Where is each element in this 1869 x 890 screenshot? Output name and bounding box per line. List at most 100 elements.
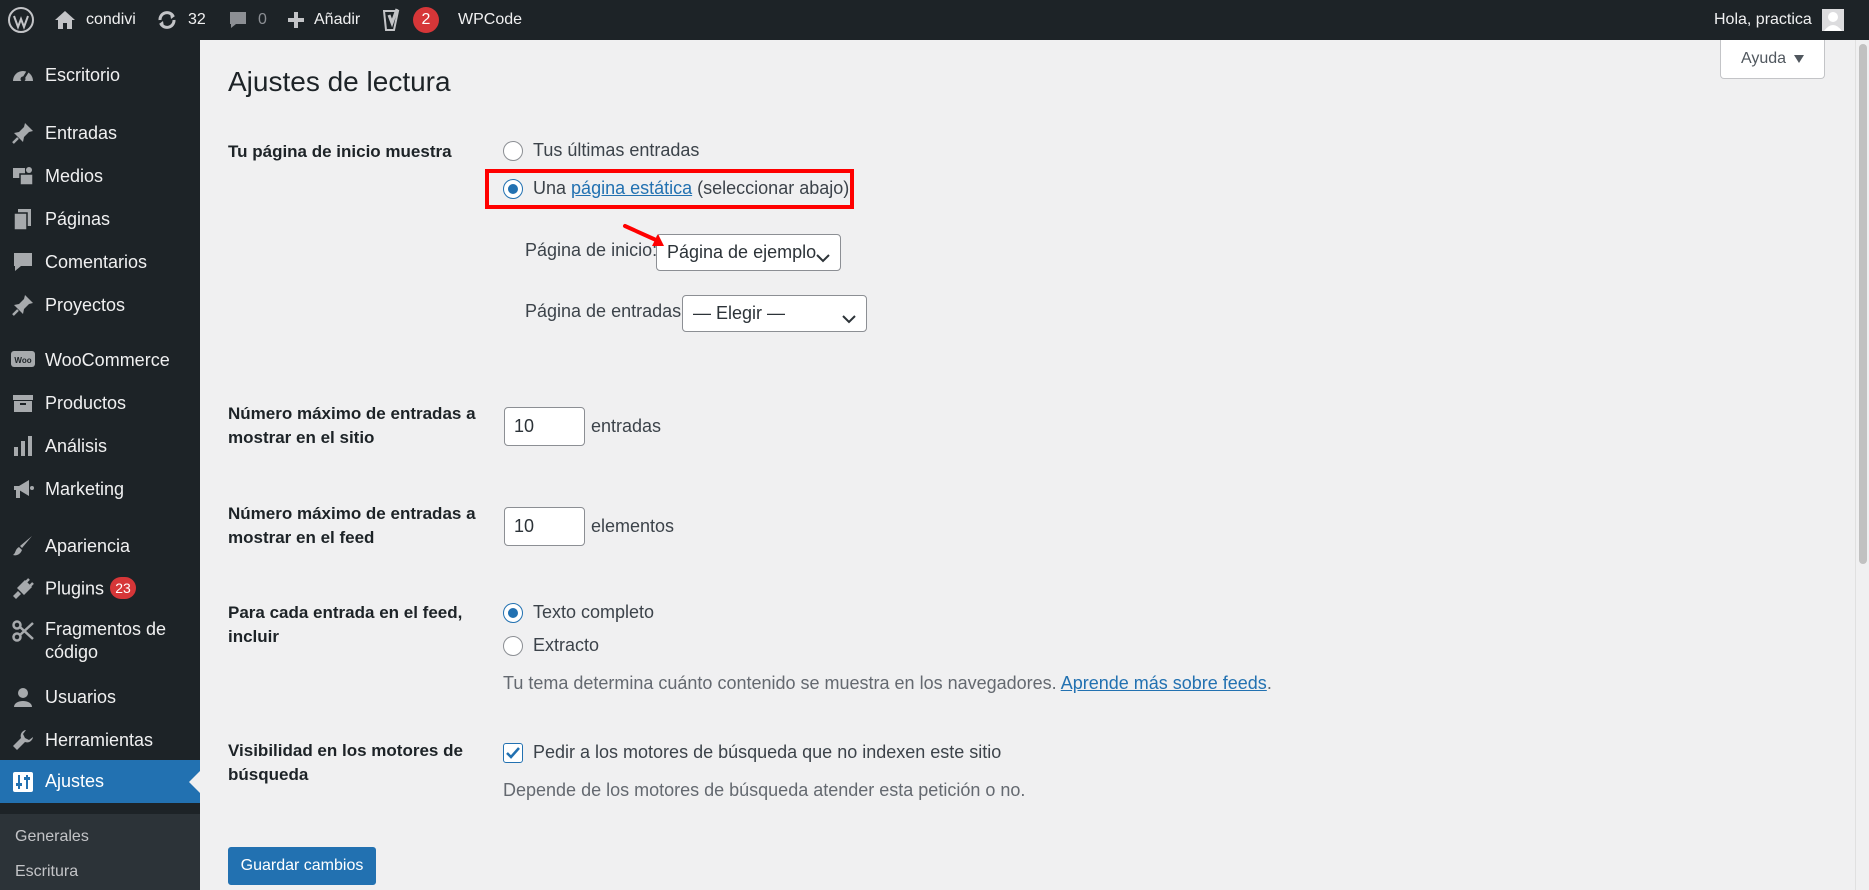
rss-desc-suffix: . (1266, 673, 1272, 693)
posts-per-page-unit: entradas (591, 416, 662, 436)
option-excerpt[interactable]: Extracto (503, 635, 599, 656)
my-account-link[interactable]: Hola, practica (1714, 0, 1844, 40)
woo-icon: Woo (10, 347, 36, 373)
wrench-icon (10, 727, 36, 753)
greeting: Hola, practica (1714, 11, 1812, 28)
sidebar-item-comentarios[interactable]: Comentarios (0, 244, 200, 280)
option-static-page[interactable]: Una página estática (seleccionar abajo) (503, 178, 849, 199)
sidebar-item-herramientas[interactable]: Herramientas (0, 722, 200, 758)
sidebar-item-marketing[interactable]: Marketing (0, 471, 200, 507)
megaphone-icon (10, 476, 36, 502)
comments-count: 0 (258, 11, 267, 28)
posts-per-page-input[interactable]: 10 (504, 407, 585, 446)
posts-per-rss-input[interactable]: 10 (504, 507, 585, 546)
media-icon (10, 163, 36, 189)
archive-icon (10, 390, 36, 416)
option-discourage-search[interactable]: Pedir a los motores de búsqueda que no i… (503, 742, 1001, 763)
admin-bar: condivi 32 0 Añadir 2 WPCode Hola, pract… (0, 0, 1869, 40)
plugins-update-badge: 23 (110, 577, 137, 600)
static-page-link[interactable]: página estática (571, 178, 692, 199)
add-new-link[interactable]: Añadir (288, 0, 360, 40)
homepage-select[interactable]: Página de ejemplo (656, 234, 841, 271)
sidebar-item-plugins[interactable]: Plugins 23 (0, 571, 200, 607)
radio-full-text[interactable] (503, 602, 523, 623)
sidebar-item-escritorio[interactable]: Escritorio (0, 57, 200, 93)
sidebar-item-label: Comentarios (45, 251, 148, 272)
submenu-item-generales[interactable]: Generales (15, 828, 89, 846)
pin-icon (10, 292, 36, 318)
sidebar-item-productos[interactable]: Productos (0, 385, 200, 421)
sidebar-item-label: Fragmentos de código (45, 619, 167, 662)
rss-description: Tu tema determina cuánto contenido se mu… (503, 673, 1272, 694)
feeds-help-link[interactable]: Aprende más sobre feeds (1061, 673, 1267, 693)
discourage-search-label: Pedir a los motores de búsqueda que no i… (533, 742, 1002, 762)
option-static-prefix: Una (533, 178, 567, 198)
bar-chart-icon (10, 433, 36, 459)
sidebar-item-apariencia[interactable]: Apariencia (0, 528, 200, 564)
sidebar-item-ajustes[interactable]: Ajustes (0, 760, 200, 803)
code-snippets-icon (10, 618, 36, 644)
save-button[interactable]: Guardar cambios (228, 847, 376, 885)
option-static-suffix: (seleccionar abajo) (697, 178, 850, 198)
rss-desc-text: Tu tema determina cuánto contenido se mu… (503, 673, 1057, 693)
sidebar-item-label: Marketing (45, 478, 125, 499)
homepage-label: Página de inicio: (525, 240, 658, 260)
comment-icon (228, 10, 248, 30)
comment-icon (10, 249, 36, 275)
postspage-select[interactable]: — Elegir — (682, 295, 867, 332)
wordpress-logo-icon[interactable] (8, 0, 34, 40)
sidebar-item-usuarios[interactable]: Usuarios (0, 679, 200, 715)
plugin-icon (10, 576, 36, 602)
sidebar-item-entradas[interactable]: Entradas (0, 115, 200, 151)
discourage-search-checkbox[interactable] (503, 742, 523, 763)
sidebar-item-label: Productos (45, 392, 127, 413)
dashboard-icon (10, 62, 36, 88)
settings-icon (10, 769, 36, 795)
page-scrollbar[interactable] (1855, 40, 1869, 890)
radio-latest-posts[interactable] (503, 140, 523, 161)
sidebar-item-woocommerce[interactable]: Woo WooCommerce (0, 342, 200, 378)
site-name: condivi (86, 11, 136, 28)
posts-per-rss-label: Número máximo de entradas a mostrar en e… (228, 504, 476, 547)
chevron-down-icon (816, 247, 830, 268)
radio-excerpt[interactable] (503, 635, 523, 656)
sidebar-item-medios[interactable]: Medios (0, 158, 200, 194)
radio-static-page[interactable] (503, 178, 523, 199)
yoast-icon (383, 8, 405, 32)
updates-count: 32 (188, 11, 206, 28)
avatar (1821, 9, 1844, 31)
sidebar-item-analisis[interactable]: Análisis (0, 428, 200, 464)
posts-per-page-label: Número máximo de entradas a mostrar en e… (228, 404, 476, 447)
sidebar-item-label: Usuarios (45, 686, 117, 707)
updates-link[interactable]: 32 (156, 0, 206, 40)
sidebar-item-fragmentos[interactable]: Fragmentos de código (0, 614, 200, 668)
comments-link[interactable]: 0 (228, 0, 267, 40)
sidebar-item-label: Herramientas (45, 729, 154, 750)
sidebar-item-paginas[interactable]: Páginas (0, 201, 200, 237)
home-icon (54, 10, 76, 30)
caret-down-icon (1794, 50, 1805, 68)
sidebar-item-label: Páginas (45, 208, 111, 229)
submenu-item-escritura[interactable]: Escritura (15, 863, 78, 881)
posts-per-rss-unit: elementos (591, 516, 675, 536)
option-excerpt-label: Extracto (533, 635, 600, 655)
chevron-down-icon (842, 308, 856, 329)
sidebar-item-label: WooCommerce (45, 349, 170, 370)
pin-icon (10, 120, 36, 146)
option-latest-posts[interactable]: Tus últimas entradas (503, 140, 699, 161)
site-name-link[interactable]: condivi (54, 0, 136, 40)
yoast-link[interactable]: 2 (383, 0, 439, 40)
sidebar-item-proyectos[interactable]: Proyectos (0, 287, 200, 323)
wpcode-link[interactable]: WPCode (458, 0, 522, 40)
brush-icon (10, 533, 36, 559)
visibility-description: Depende de los motores de búsqueda atend… (503, 780, 1026, 800)
plus-icon (288, 12, 304, 28)
wpcode-label: WPCode (458, 11, 523, 28)
help-button[interactable]: Ayuda (1720, 40, 1825, 79)
yoast-badge: 2 (413, 7, 439, 33)
homepage-select-value: Página de ejemplo (667, 242, 817, 262)
option-latest-posts-label: Tus últimas entradas (533, 140, 700, 160)
option-full-text[interactable]: Texto completo (503, 602, 654, 623)
sidebar-item-label: Ajustes (45, 771, 105, 791)
scrollbar-thumb[interactable] (1859, 44, 1867, 564)
